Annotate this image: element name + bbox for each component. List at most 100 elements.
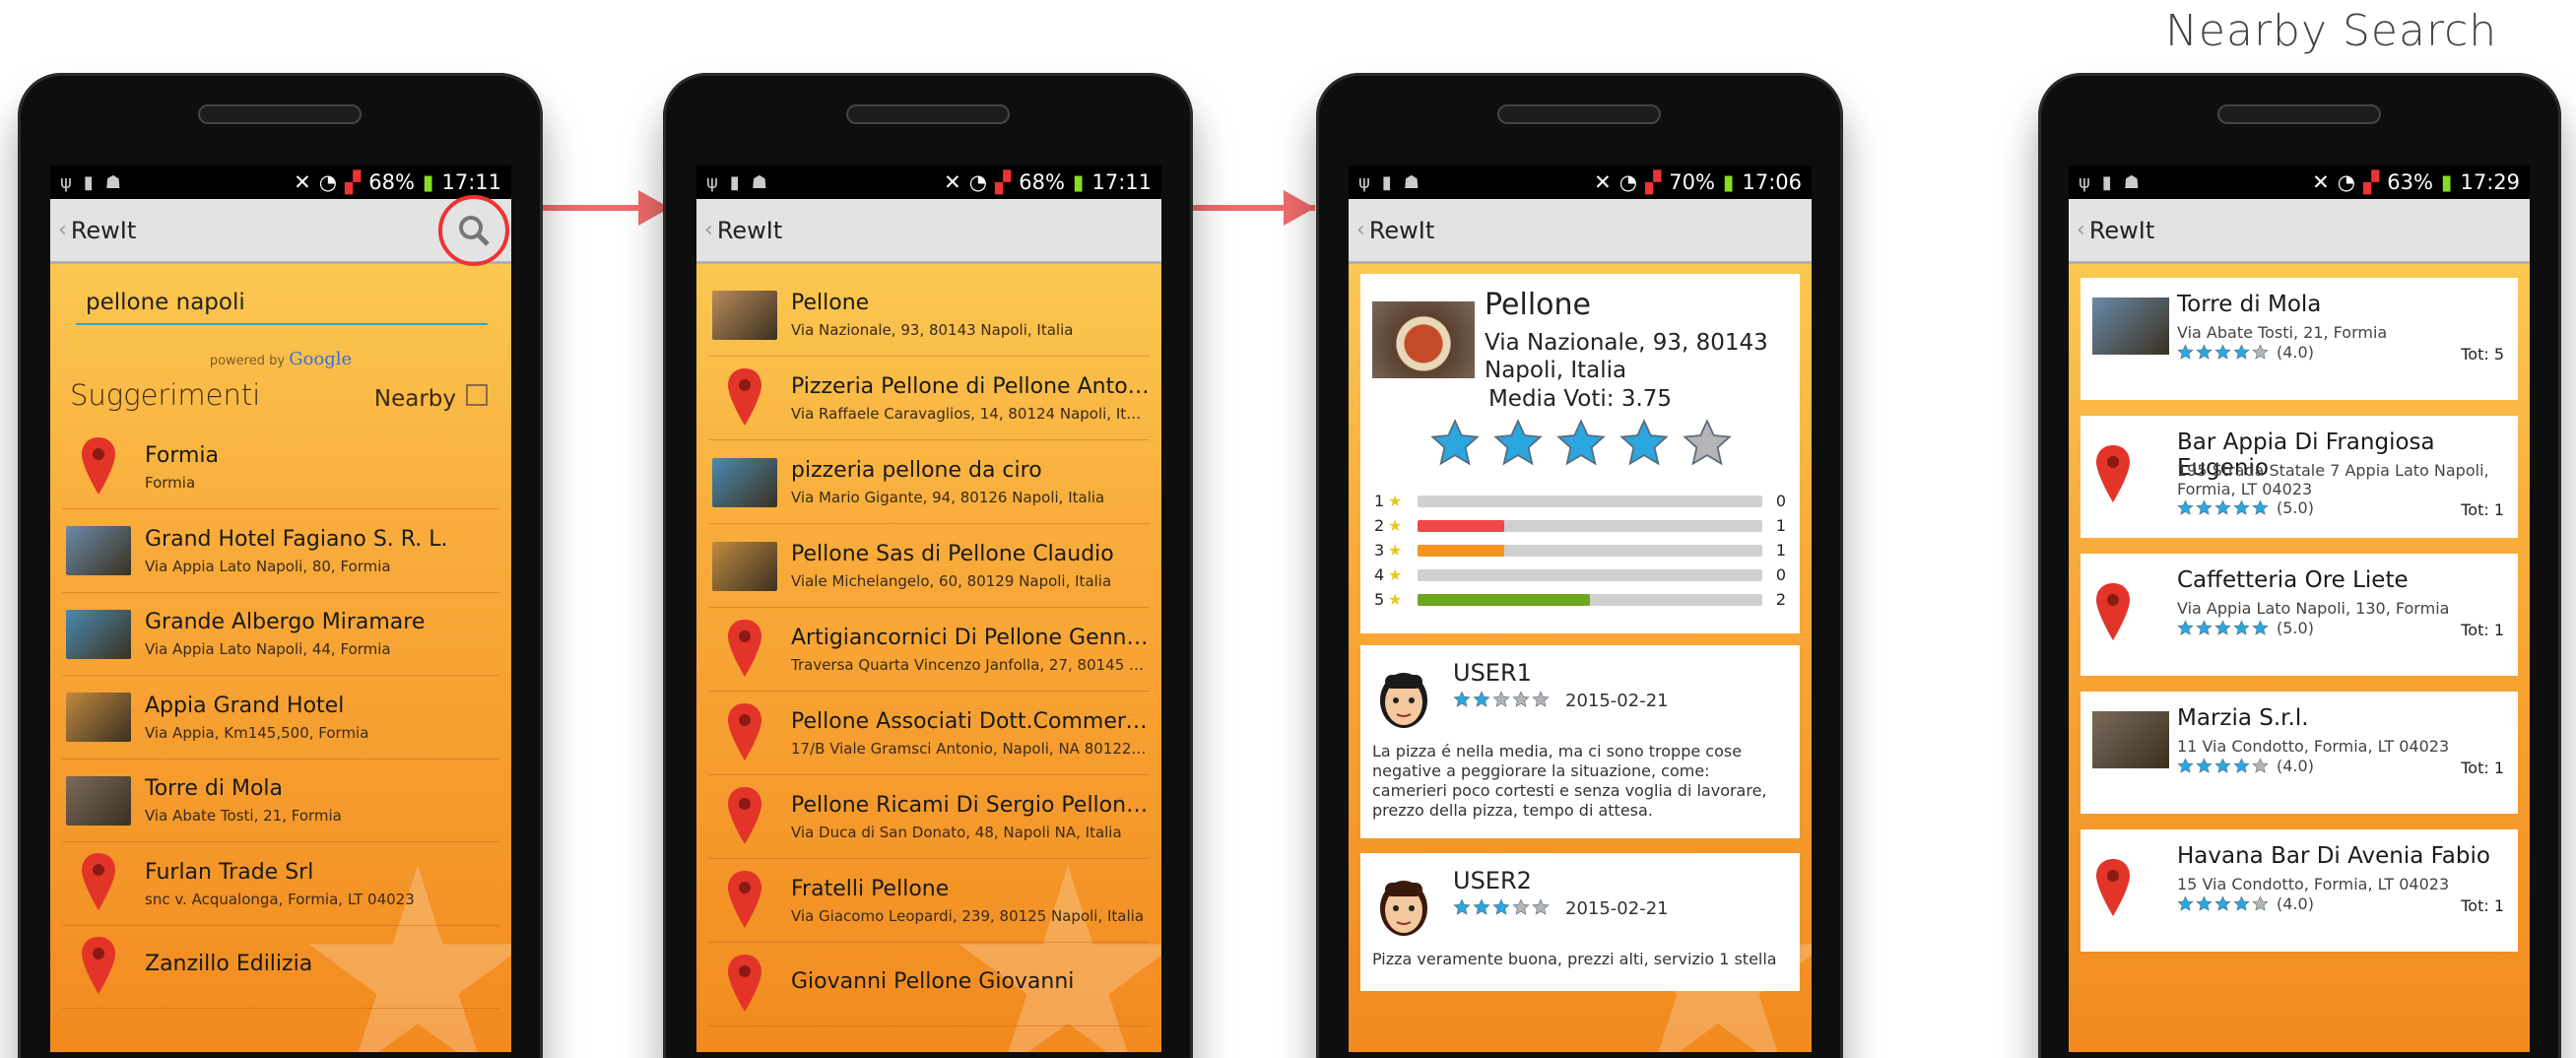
star-empty-icon bbox=[1512, 898, 1530, 915]
star-filled-icon bbox=[1556, 419, 1606, 466]
item-address: Via Appia Lato Napoli, 130, Formia bbox=[2177, 599, 2450, 618]
mute-icon: ✕ bbox=[294, 170, 311, 194]
list-item[interactable]: Pellone Sas di Pellone Claudio Viale Mich… bbox=[708, 525, 1150, 608]
star-small-icon: ★ bbox=[1388, 590, 1403, 609]
item-title: Caffetteria Ore Liete bbox=[2177, 567, 2409, 593]
item-total: Tot: 1 bbox=[2461, 621, 2504, 639]
item-title: Grand Hotel Fagiano S. R. L. bbox=[145, 526, 448, 552]
android-icon: ☗ bbox=[751, 171, 767, 193]
distribution-bar bbox=[1418, 593, 1762, 606]
star-filled-icon bbox=[1493, 419, 1543, 466]
pin-slot bbox=[66, 851, 131, 916]
app-title[interactable]: RewIt bbox=[1369, 217, 1434, 244]
item-title: pizzeria pellone da ciro bbox=[791, 458, 1042, 483]
pin-slot bbox=[712, 366, 777, 431]
item-address: Traversa Quarta Vincenzo Janfolla, 27, 8… bbox=[791, 656, 1150, 674]
item-stars bbox=[2177, 758, 2269, 774]
suggestions-label: Suggerimenti bbox=[70, 378, 261, 412]
wifi-icon: ◔ bbox=[2337, 170, 2356, 194]
back-chevron-icon[interactable]: ‹ bbox=[704, 218, 713, 242]
item-rating: (4.0) bbox=[2277, 343, 2314, 362]
screen-detail: ψ ▮ ☗ ✕ ◔ ▞ 70% ▮ 17:06 ‹ RewIt Pellone Via Naz… bbox=[1349, 165, 1812, 1052]
app-title[interactable]: RewIt bbox=[717, 217, 782, 244]
distribution-bar-fill bbox=[1418, 519, 1504, 532]
phone-nearby: ψ ▮ ☗ ✕ ◔ ▞ 63% ▮ 17:29 ‹ RewIt Torre di Mola Vi… bbox=[2038, 73, 2561, 1058]
clock: 17:06 bbox=[1742, 170, 1802, 194]
list-item[interactable]: Formia Formia bbox=[62, 427, 499, 509]
nearby-card[interactable]: Caffetteria Ore Liete Via Appia Lato Napo… bbox=[2081, 554, 2518, 676]
star-empty-icon bbox=[2252, 758, 2269, 773]
nearby-card[interactable]: Marzia S.r.l. 11 Via Condotto, Formia, LT… bbox=[2081, 692, 2518, 814]
star-small-icon: ★ bbox=[1388, 516, 1403, 535]
search-input[interactable]: pellone napoli bbox=[76, 284, 488, 325]
nearby-card[interactable]: Torre di Mola Via Abate Tosti, 21, Formia… bbox=[2081, 278, 2518, 400]
item-address: Via Raffaele Caravaglios, 14, 80124 Napo… bbox=[791, 405, 1150, 423]
list-item[interactable]: Grande Albergo Miramare Via Appia Lato Na… bbox=[62, 593, 499, 676]
place-name: Pellone bbox=[1485, 288, 1591, 322]
list-item[interactable]: Pellone Ricami Di Sergio Pellone &... Via… bbox=[708, 776, 1150, 859]
battery-icon: ▮ bbox=[1072, 170, 1085, 194]
nearby-card[interactable]: Bar Appia Di Frangiosa Eugenio 195 Strada… bbox=[2081, 416, 2518, 538]
list-item[interactable]: Pellone Associati Dott.Commercia... 17/B … bbox=[708, 693, 1150, 775]
review-date: 2015-02-21 bbox=[1565, 691, 1669, 711]
star-filled-icon bbox=[1453, 691, 1471, 707]
review-card: USER2 2015-02-21 Pizza veramente buona, pr… bbox=[1360, 853, 1800, 991]
item-address: snc v. Acqualonga, Formia, LT 04023 bbox=[145, 890, 415, 908]
clock: 17:11 bbox=[441, 170, 501, 194]
star-filled-icon bbox=[2214, 620, 2231, 635]
distribution-row: 1 ★ 0 bbox=[1374, 489, 1786, 513]
item-text: Fratelli Pellone Via Giacomo Leopardi, 23… bbox=[791, 877, 1150, 925]
phone-speaker bbox=[846, 104, 1010, 124]
item-text: Furlan Trade Srl snc v. Acqualonga, Formi… bbox=[145, 860, 499, 908]
place-thumbnail bbox=[712, 541, 777, 591]
list-item[interactable]: Grand Hotel Fagiano S. R. L. Via Appia La… bbox=[62, 510, 499, 593]
list-item[interactable]: Fratelli Pellone Via Giacomo Leopardi, 23… bbox=[708, 860, 1150, 943]
star-small-icon: ★ bbox=[1388, 492, 1403, 510]
wifi-icon: ◔ bbox=[318, 170, 338, 194]
place-thumbnail bbox=[66, 609, 131, 659]
star-empty-icon bbox=[1492, 691, 1510, 707]
list-item[interactable]: pizzeria pellone da ciro Via Mario Gigant… bbox=[708, 441, 1150, 524]
app-title[interactable]: RewIt bbox=[71, 217, 136, 244]
nearby-checkbox[interactable] bbox=[466, 384, 488, 406]
nearby-toggle[interactable]: Nearby bbox=[374, 384, 488, 412]
sim-icon: ▮ bbox=[83, 171, 94, 193]
item-rating-row: (5.0) bbox=[2177, 498, 2314, 517]
back-chevron-icon[interactable]: ‹ bbox=[1356, 218, 1365, 242]
battery-text: 68% bbox=[1019, 170, 1065, 194]
item-title: Pellone bbox=[791, 291, 870, 315]
list-item[interactable]: Torre di Mola Via Abate Tosti, 21, Formia bbox=[62, 760, 499, 842]
list-item[interactable]: Zanzillo Edilizia bbox=[62, 926, 499, 1009]
place-card: Pellone Via Nazionale, 93, 80143 Napoli,… bbox=[1360, 274, 1800, 633]
item-title: Havana Bar Di Avenia Fabio bbox=[2177, 843, 2490, 869]
list-item[interactable]: Giovanni Pellone Giovanni bbox=[708, 944, 1150, 1026]
place-thumbnail bbox=[2092, 298, 2169, 355]
app-title[interactable]: RewIt bbox=[2089, 217, 2154, 244]
pin-slot bbox=[712, 785, 777, 850]
item-rating-row: (5.0) bbox=[2177, 619, 2314, 637]
item-title: Giovanni Pellone Giovanni bbox=[791, 969, 1075, 994]
star-filled-icon bbox=[2196, 758, 2213, 773]
item-title: Grande Albergo Miramare bbox=[145, 610, 426, 634]
list-item[interactable]: Pellone Via Nazionale, 93, 80143 Napoli, … bbox=[708, 274, 1150, 357]
item-address: Via Duca di San Donato, 48, Napoli NA, I… bbox=[791, 824, 1122, 841]
back-chevron-icon[interactable]: ‹ bbox=[58, 218, 67, 242]
nearby-card[interactable]: Havana Bar Di Avenia Fabio 15 Via Condott… bbox=[2081, 829, 2518, 952]
android-icon: ☗ bbox=[104, 171, 121, 193]
star-filled-icon bbox=[2196, 344, 2213, 360]
item-address: Via Appia Lato Napoli, 80, Formia bbox=[145, 557, 391, 575]
item-address: Viale Michelangelo, 60, 80129 Napoli, It… bbox=[791, 572, 1112, 590]
map-pin-icon bbox=[82, 853, 115, 910]
list-item[interactable]: Furlan Trade Srl snc v. Acqualonga, Formi… bbox=[62, 843, 499, 926]
list-item[interactable]: Artigiancornici Di Pellone Gennaro Traver… bbox=[708, 609, 1150, 692]
distribution-bar bbox=[1418, 495, 1762, 507]
list-item[interactable]: Pizzeria Pellone di Pellone Antonio Via R… bbox=[708, 358, 1150, 440]
screen-results: ψ ▮ ☗ ✕ ◔ ▞ 68% ▮ 17:11 ‹ RewIt Pellone Via Nazi… bbox=[696, 165, 1161, 1052]
item-text: Pellone Sas di Pellone Claudio Viale Mich… bbox=[791, 542, 1150, 590]
search-button[interactable] bbox=[438, 195, 509, 266]
item-total: Tot: 1 bbox=[2461, 500, 2504, 519]
map-pin-icon bbox=[728, 954, 761, 1012]
list-item[interactable]: Appia Grand Hotel Via Appia, Km145,500, F… bbox=[62, 677, 499, 760]
back-chevron-icon[interactable]: ‹ bbox=[2077, 218, 2085, 242]
flow-arrowhead-2 bbox=[1284, 190, 1315, 226]
